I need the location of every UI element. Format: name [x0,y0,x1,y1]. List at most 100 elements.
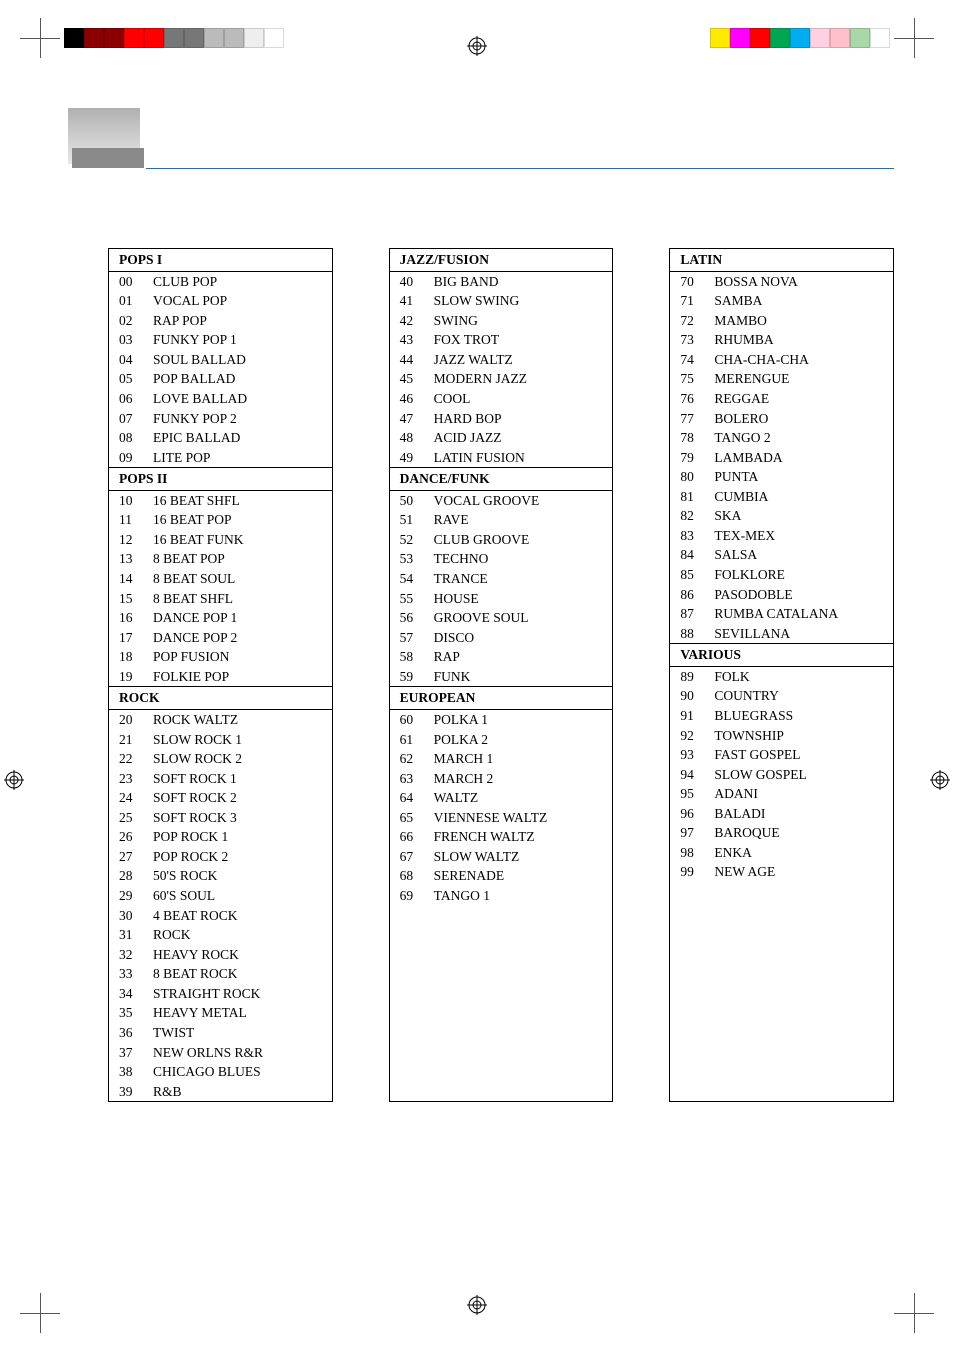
item-number: 11 [119,510,153,530]
item-number: 62 [400,749,434,769]
style-list-column: JAZZ/FUSION40BIG BAND41SLOW SWING42SWING… [389,248,614,1102]
item-number: 18 [119,647,153,667]
list-item: 08EPIC BALLAD [109,428,332,448]
item-number: 03 [119,330,153,350]
list-item: 84SALSA [670,545,893,565]
item-name: FAST GOSPEL [714,745,887,765]
list-item: 2960'S SOUL [109,886,332,906]
item-number: 21 [119,730,153,750]
item-number: 96 [680,804,714,824]
item-number: 94 [680,765,714,785]
item-name: POP ROCK 2 [153,847,326,867]
item-name: 60'S SOUL [153,886,326,906]
item-number: 52 [400,530,434,550]
color-swatch [164,28,184,48]
item-number: 80 [680,467,714,487]
item-number: 04 [119,350,153,370]
item-name: BIG BAND [434,272,607,292]
style-list-column: LATIN70BOSSA NOVA71SAMBA72MAMBO73RHUMBA7… [669,248,894,1102]
item-number: 65 [400,808,434,828]
list-item: 53TECHNO [390,549,613,569]
style-list-column: POPS I00CLUB POP01VOCAL POP02RAP POP03FU… [108,248,333,1102]
list-item: 61POLKA 2 [390,730,613,750]
item-name: ACID JAZZ [434,428,607,448]
item-number: 14 [119,569,153,589]
item-name: TANGO 1 [434,886,607,906]
item-name: SLOW GOSPEL [714,765,887,785]
list-item: 1116 BEAT POP [109,510,332,530]
list-item: 98ENKA [670,843,893,863]
item-number: 84 [680,545,714,565]
list-item: 59FUNK [390,667,613,687]
item-number: 09 [119,448,153,468]
item-name: LATIN FUSION [434,448,607,468]
section-heading: POPS II [109,467,332,491]
item-number: 47 [400,409,434,429]
item-number: 23 [119,769,153,789]
list-item: 62MARCH 1 [390,749,613,769]
section-heading: JAZZ/FUSION [390,249,613,272]
list-item: 25SOFT ROCK 3 [109,808,332,828]
item-number: 71 [680,291,714,311]
color-swatch [830,28,850,48]
list-item: 50VOCAL GROOVE [390,491,613,511]
item-name: REGGAE [714,389,887,409]
list-item: 32HEAVY ROCK [109,945,332,965]
item-name: TOWNSHIP [714,726,887,746]
item-name: MERENGUE [714,369,887,389]
item-number: 87 [680,604,714,624]
item-name: MARCH 1 [434,749,607,769]
list-item: 19FOLKIE POP [109,667,332,687]
item-name: POLKA 1 [434,710,607,730]
item-number: 29 [119,886,153,906]
list-item: 92TOWNSHIP [670,726,893,746]
list-item: 82SKA [670,506,893,526]
item-name: PASODOBLE [714,585,887,605]
item-number: 78 [680,428,714,448]
item-number: 41 [400,291,434,311]
item-name: R&B [153,1082,326,1102]
list-item: 51RAVE [390,510,613,530]
item-number: 51 [400,510,434,530]
item-name: 16 BEAT POP [153,510,326,530]
item-number: 91 [680,706,714,726]
item-number: 59 [400,667,434,687]
item-name: SERENADE [434,866,607,886]
list-item: 02RAP POP [109,311,332,331]
list-item: 97BAROQUE [670,823,893,843]
list-item: 42SWING [390,311,613,331]
item-name: MARCH 2 [434,769,607,789]
color-swatch [244,28,264,48]
color-swatch [264,28,284,48]
item-name: TANGO 2 [714,428,887,448]
list-item: 91BLUEGRASS [670,706,893,726]
item-number: 12 [119,530,153,550]
list-item: 57DISCO [390,628,613,648]
item-number: 99 [680,862,714,882]
item-name: SEVILLANA [714,624,887,644]
item-name: SOFT ROCK 1 [153,769,326,789]
list-item: 01VOCAL POP [109,291,332,311]
color-swatch [870,28,890,48]
item-name: FOLK [714,667,887,687]
list-item: 05POP BALLAD [109,369,332,389]
item-number: 56 [400,608,434,628]
list-item: 93FAST GOSPEL [670,745,893,765]
item-number: 54 [400,569,434,589]
item-name: DISCO [434,628,607,648]
item-name: VOCAL POP [153,291,326,311]
item-name: FUNK [434,667,607,687]
crop-mark-bottom-right [894,1293,934,1333]
item-number: 40 [400,272,434,292]
color-swatch [64,28,84,48]
item-number: 13 [119,549,153,569]
list-item: 48ACID JAZZ [390,428,613,448]
item-name: 4 BEAT ROCK [153,906,326,926]
section-heading: ROCK [109,686,332,710]
item-name: ENKA [714,843,887,863]
list-item: 46COOL [390,389,613,409]
item-number: 92 [680,726,714,746]
item-number: 58 [400,647,434,667]
item-number: 02 [119,311,153,331]
list-item: 23SOFT ROCK 1 [109,769,332,789]
